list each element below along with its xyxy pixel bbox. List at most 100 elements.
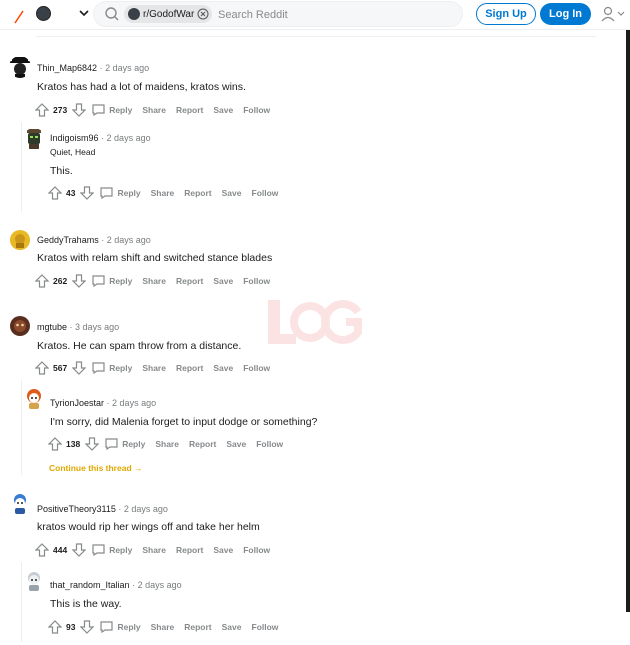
upvote-icon[interactable] <box>35 103 49 117</box>
upvote-icon[interactable] <box>48 437 62 451</box>
search-bar[interactable]: r/GodofWar Search Reddit <box>93 1 463 27</box>
save-button[interactable]: Save <box>213 276 233 286</box>
report-button[interactable]: Report <box>184 622 211 632</box>
user-avatar[interactable] <box>9 315 31 337</box>
user-avatar[interactable] <box>9 56 31 78</box>
share-button[interactable]: Share <box>151 188 175 198</box>
downvote-icon[interactable] <box>72 543 87 557</box>
upvote-icon[interactable] <box>48 186 62 200</box>
comment-timestamp[interactable]: 2 days ago <box>107 133 151 143</box>
save-button[interactable]: Save <box>222 188 242 198</box>
subreddit-filter-chip[interactable]: r/GodofWar <box>124 5 213 23</box>
user-avatar[interactable] <box>9 493 31 515</box>
save-button[interactable]: Save <box>213 545 233 555</box>
comment-timestamp[interactable]: 2 days ago <box>105 63 149 73</box>
scrollbar[interactable] <box>626 30 630 612</box>
community-avatar[interactable] <box>36 6 51 21</box>
report-button[interactable]: Report <box>184 188 211 198</box>
reply-icon[interactable] <box>105 438 118 450</box>
save-button[interactable]: Save <box>213 363 233 373</box>
follow-button[interactable]: Follow <box>243 276 270 286</box>
reply-icon[interactable] <box>92 104 105 116</box>
upvote-icon[interactable] <box>48 620 62 634</box>
user-avatar[interactable] <box>23 570 45 592</box>
downvote-icon[interactable] <box>72 361 87 375</box>
reply-button[interactable]: Reply <box>109 105 132 115</box>
downvote-icon[interactable] <box>72 274 87 288</box>
comment-actions: 93 Reply Share Report Save Follow <box>48 620 288 634</box>
comment-meta: Indigoism96 · 2 days ago <box>50 133 151 143</box>
comment-timestamp[interactable]: 2 days ago <box>112 398 156 408</box>
downvote-icon[interactable] <box>85 437 100 451</box>
continue-thread-link[interactable]: Continue this thread → <box>49 463 143 473</box>
user-avatar[interactable] <box>23 388 45 410</box>
comment-author[interactable]: Indigoism96 <box>50 133 99 143</box>
comment-meta: Thin_Map6842 · 2 days ago <box>37 63 150 73</box>
reply-button[interactable]: Reply <box>109 363 132 373</box>
follow-button[interactable]: Follow <box>243 105 270 115</box>
comment-author[interactable]: GeddyTrahams <box>37 235 99 245</box>
share-button[interactable]: Share <box>142 276 166 286</box>
close-icon[interactable] <box>197 8 209 20</box>
comment-timestamp[interactable]: 2 days ago <box>124 504 168 514</box>
user-avatar[interactable] <box>9 229 31 251</box>
share-button[interactable]: Share <box>142 545 166 555</box>
reply-button[interactable]: Reply <box>117 622 140 632</box>
reply-button[interactable]: Reply <box>109 276 132 286</box>
comment-author[interactable]: Thin_Map6842 <box>37 63 97 73</box>
follow-button[interactable]: Follow <box>252 188 279 198</box>
comment-timestamp[interactable]: 2 days ago <box>138 580 182 590</box>
comment-author[interactable]: PositiveTheory3115 <box>37 504 116 514</box>
thread-line[interactable] <box>21 122 22 212</box>
share-button[interactable]: Share <box>142 363 166 373</box>
chevron-down-icon[interactable] <box>78 7 90 19</box>
upvote-icon[interactable] <box>35 361 49 375</box>
thread-line[interactable] <box>21 562 22 642</box>
reply-button[interactable]: Reply <box>122 439 145 449</box>
reply-button[interactable]: Reply <box>117 188 140 198</box>
share-button[interactable]: Share <box>155 439 179 449</box>
report-button[interactable]: Report <box>176 105 203 115</box>
report-button[interactable]: Report <box>176 363 203 373</box>
report-button[interactable]: Report <box>176 545 203 555</box>
comment-author[interactable]: mgtube <box>37 322 67 332</box>
search-input[interactable]: Search Reddit <box>218 9 288 21</box>
save-button[interactable]: Save <box>213 105 233 115</box>
reply-icon[interactable] <box>100 187 114 199</box>
reply-icon[interactable] <box>92 362 105 374</box>
reply-button[interactable]: Reply <box>109 545 132 555</box>
downvote-icon[interactable] <box>80 620 95 634</box>
user-avatar[interactable] <box>23 128 45 150</box>
share-button[interactable]: Share <box>142 105 166 115</box>
follow-button[interactable]: Follow <box>252 622 279 632</box>
comment-meta: GeddyTrahams · 2 days ago <box>37 235 151 245</box>
upvote-icon[interactable] <box>35 543 49 557</box>
downvote-icon[interactable] <box>80 186 95 200</box>
reply-icon[interactable] <box>92 275 105 287</box>
downvote-icon[interactable] <box>72 103 87 117</box>
report-button[interactable]: Report <box>176 276 203 286</box>
comment-author[interactable]: that_random_Italian <box>50 580 130 590</box>
sign-up-button[interactable]: Sign Up <box>476 3 536 25</box>
save-button[interactable]: Save <box>222 622 242 632</box>
comment-body: Kratos with relam shift and switched sta… <box>37 252 273 264</box>
comment-timestamp[interactable]: 2 days ago <box>107 235 151 245</box>
user-menu-icon[interactable] <box>600 6 626 22</box>
follow-button[interactable]: Follow <box>243 363 270 373</box>
reply-icon[interactable] <box>92 544 105 556</box>
follow-button[interactable]: Follow <box>243 545 270 555</box>
comment-actions: 262 Reply Share Report Save Follow <box>35 274 280 288</box>
thread-line[interactable] <box>21 380 22 475</box>
reply-icon[interactable] <box>100 621 114 633</box>
comment-body: kratos would rip her wings off and take … <box>37 521 260 533</box>
comment-timestamp[interactable]: 3 days ago <box>75 322 119 332</box>
share-button[interactable]: Share <box>151 622 175 632</box>
log-in-button[interactable]: Log In <box>540 3 591 25</box>
comment-author[interactable]: TyrionJoestar <box>50 398 104 408</box>
comment-actions: 273 Reply Share Report Save Follow <box>35 103 280 117</box>
reddit-logo-icon[interactable] <box>14 8 24 24</box>
save-button[interactable]: Save <box>226 439 246 449</box>
upvote-icon[interactable] <box>35 274 49 288</box>
follow-button[interactable]: Follow <box>256 439 283 449</box>
report-button[interactable]: Report <box>189 439 216 449</box>
